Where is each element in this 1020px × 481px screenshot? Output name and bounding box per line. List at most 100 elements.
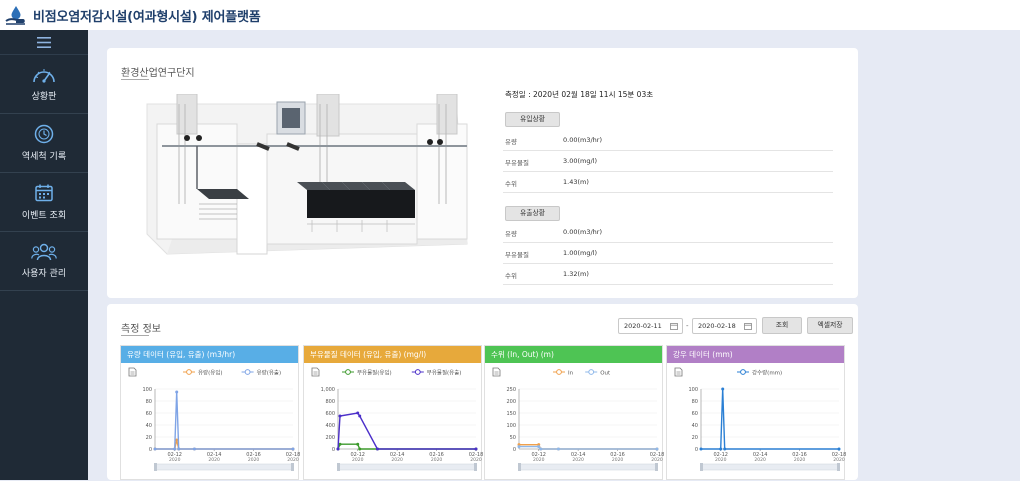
outflow-row-ss: 부유물질 1.00(mg/l): [503, 243, 833, 264]
zoom-slider: [154, 463, 294, 471]
y-tick-label: 400: [325, 423, 335, 429]
document-icon: [311, 367, 320, 377]
row-key: 유량: [505, 230, 517, 238]
x-tick-sublabel: 2020: [533, 457, 545, 463]
y-tick-label: 40: [692, 423, 698, 429]
data-point: [175, 390, 179, 394]
x-tick-sublabel: 2020: [572, 457, 584, 463]
ss-chart: 부유물질(유입) 부유물질(유출)1,000800600400200002-122…: [311, 367, 483, 471]
y-tick-label: 100: [142, 387, 152, 393]
x-tick-sublabel: 2020: [287, 457, 299, 463]
x-tick-sublabel: 2020: [470, 457, 482, 463]
data-point: [356, 442, 360, 446]
series-line: [701, 388, 839, 450]
app-header: 비점오염저감시설(여과형시설) 제어플랫폼: [0, 0, 1020, 30]
legend-marker: [345, 369, 351, 375]
date-range-dash: -: [686, 322, 689, 330]
data-point: [173, 447, 177, 451]
date-from-input[interactable]: 2020-02-11: [618, 318, 683, 334]
x-tick-sublabel: 2020: [208, 457, 220, 463]
y-tick-label: 800: [325, 399, 335, 405]
zoom-slider: [700, 463, 840, 471]
y-tick-label: 250: [506, 387, 516, 393]
inflow-row-level: 수위 1.43(m): [503, 172, 833, 193]
x-tick-sublabel: 2020: [612, 457, 624, 463]
clock-icon: [34, 124, 54, 144]
rain-chart-panel: 강우 데이터 (mm) 강수량(mm) 100 80 60 40 20 0 02-12 2020…: [666, 345, 846, 480]
x-tick-sublabel: 2020: [833, 457, 845, 463]
facility-3d-illustration: [146, 94, 468, 255]
excel-export-button[interactable]: 엑셀저장: [807, 317, 853, 334]
y-tick-label: 60: [146, 411, 152, 417]
inflow-row-ss: 부유물질 3.00(mg/l): [503, 151, 833, 172]
y-tick-label: 50: [510, 435, 516, 441]
inflow-status-button[interactable]: 유입상황: [505, 112, 560, 127]
level-chart: In Out25020015010050002-12202002-14202002…: [492, 367, 664, 471]
y-tick-label: 20: [146, 435, 152, 441]
legend-marker: [740, 369, 746, 375]
legend-label: Out: [600, 371, 611, 377]
legend-item: Out: [585, 369, 611, 377]
level-chart-panel: 수위 (In, Out) (m) In Out 250 200 150 100 50 0 02-…: [484, 345, 664, 480]
legend-label: 유량(유출): [257, 369, 282, 377]
zoom-handle-left: [700, 463, 703, 471]
x-tick-sublabel: 2020: [715, 457, 727, 463]
date-to-input[interactable]: 2020-02-18: [692, 318, 757, 334]
sidebar-item-event-search[interactable]: 이벤트 조회: [0, 173, 88, 232]
outflow-status-button[interactable]: 유출상황: [505, 206, 560, 221]
menu-toggle-button[interactable]: [0, 30, 88, 55]
document-icon: [674, 367, 683, 377]
legend-label: 강수량(mm): [752, 370, 782, 377]
data-point: [556, 447, 560, 451]
data-point: [358, 447, 362, 451]
sidebar-item-dashboard[interactable]: 상황판: [0, 55, 88, 114]
measurement-card: 측정 정보 2020-02-11 - 2020-02-18 조회 엑셀저장 유량…: [107, 304, 858, 480]
data-point: [474, 447, 478, 451]
legend-item: 부유물질(유출): [411, 369, 462, 377]
level-chart-title: 수위 (In, Out) (m): [485, 346, 662, 363]
sidebar-item-label: 사용자 관리: [21, 269, 67, 279]
data-point: [375, 447, 379, 451]
legend-label: In: [568, 371, 574, 377]
data-point: [192, 447, 196, 451]
legend-label: 부유물질(유출): [427, 369, 462, 377]
water-hand-logo-icon: [5, 6, 25, 25]
sidebar-item-backwash-log[interactable]: 역세척 기록: [0, 114, 88, 173]
data-point: [153, 447, 157, 451]
ss-chart-title: 부유물질 데이터 (유입, 유출) (mg/l): [304, 346, 481, 363]
data-point: [356, 411, 360, 415]
site-title: 환경산업연구단지: [121, 68, 195, 79]
measurement-title: 측정 정보: [121, 324, 161, 335]
outflow-row-level: 수위 1.32(m): [503, 264, 833, 285]
search-button[interactable]: 조회: [762, 317, 802, 334]
y-tick-label: 200: [325, 435, 335, 441]
y-tick-label: 80: [146, 399, 152, 405]
hamburger-icon: [37, 36, 51, 48]
flow-chart-title: 유량 데이터 (유입, 유출) (m3/hr): [121, 346, 298, 363]
y-tick-label: 0: [149, 447, 152, 453]
series-line: [155, 439, 293, 450]
title-underline: [121, 335, 149, 336]
flow-chart-panel: 유량 데이터 (유입, 유출) (m3/hr) 유량(유입) 유량(유출) 100 8…: [120, 345, 300, 480]
zoom-handle-right: [291, 463, 294, 471]
sidebar-item-label: 이벤트 조회: [21, 211, 67, 221]
y-tick-label: 0: [695, 447, 698, 453]
row-value: 3.00(mg/l): [563, 157, 597, 165]
date-from-value: 2020-02-11: [624, 322, 662, 330]
gauge-icon: [33, 69, 55, 83]
legend-marker: [414, 369, 421, 375]
x-tick-sublabel: 2020: [794, 457, 806, 463]
data-point: [719, 447, 723, 451]
document-icon: [492, 367, 501, 377]
legend-marker: [588, 369, 595, 375]
legend-marker: [556, 369, 562, 375]
data-point: [723, 447, 727, 451]
rain-chart: 강수량(mm)10080604020002-12202002-14202002-…: [674, 367, 846, 471]
zoom-handle-left: [154, 463, 157, 471]
row-value: 0.00(m3/hr): [563, 136, 602, 144]
legend-label: 유량(유입): [198, 369, 223, 377]
y-tick-label: 100: [506, 423, 516, 429]
legend-item: 강수량(mm): [737, 369, 782, 377]
sidebar-item-user-management[interactable]: 사용자 관리: [0, 232, 88, 291]
outflow-row-flow: 유량 0.00(m3/hr): [503, 222, 833, 243]
